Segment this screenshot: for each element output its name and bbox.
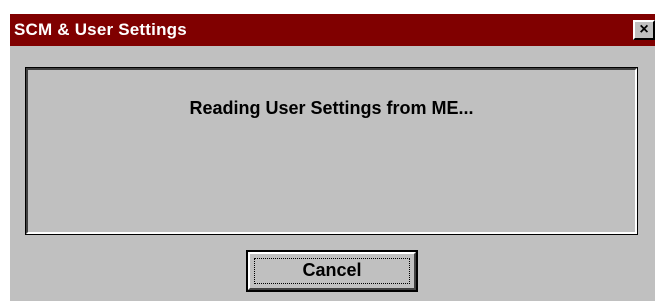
- close-icon: ×: [639, 21, 649, 38]
- title-bar[interactable]: SCM & User Settings ×: [10, 14, 655, 46]
- message-panel: Reading User Settings from ME...: [25, 67, 638, 235]
- dialog-window: SCM & User Settings × Reading User Setti…: [8, 12, 655, 301]
- cancel-button-label: Cancel: [302, 260, 362, 280]
- close-button[interactable]: ×: [633, 20, 655, 40]
- status-message: Reading User Settings from ME...: [189, 98, 474, 118]
- cancel-button[interactable]: Cancel: [246, 250, 418, 292]
- window-title: SCM & User Settings: [14, 20, 187, 39]
